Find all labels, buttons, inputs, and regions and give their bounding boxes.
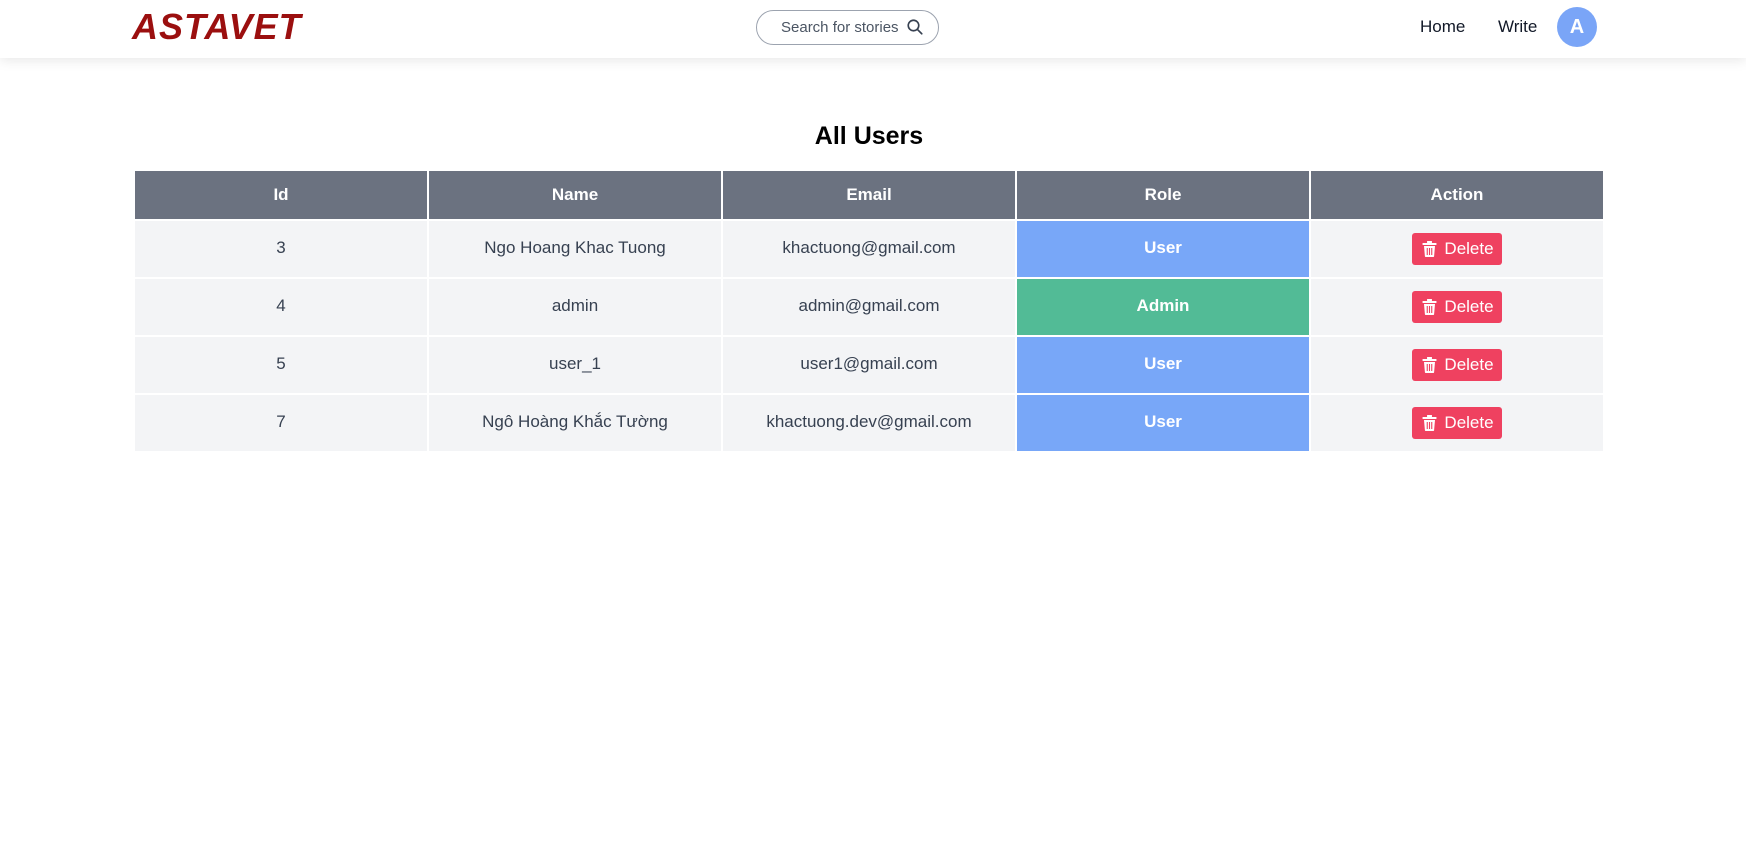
- column-header-name: Name: [427, 171, 723, 220]
- delete-user-button[interactable]: Delete: [1412, 291, 1502, 323]
- cell-id: 7: [133, 393, 429, 453]
- users-table: Id Name Email Role Action 3 Ngo Hoang Kh…: [133, 171, 1605, 453]
- table-row: 3 Ngo Hoang Khac Tuong khactuong@gmail.c…: [133, 219, 1605, 279]
- cell-role-badge: Admin: [1015, 277, 1311, 337]
- table-header-row: Id Name Email Role Action: [133, 171, 1605, 220]
- cell-email: user1@gmail.com: [721, 335, 1017, 395]
- delete-user-button[interactable]: Delete: [1412, 233, 1502, 265]
- trash-icon: [1422, 357, 1437, 373]
- nav-write-link[interactable]: Write: [1498, 17, 1537, 37]
- cell-name: Ngô Hoàng Khắc Tường: [427, 393, 723, 453]
- brand-logo[interactable]: ASTAVET: [132, 8, 302, 46]
- cell-role-badge: User: [1015, 335, 1311, 395]
- column-header-id: Id: [133, 171, 429, 220]
- cell-email: khactuong@gmail.com: [721, 219, 1017, 279]
- delete-button-label: Delete: [1444, 297, 1494, 316]
- cell-action: Delete: [1309, 335, 1605, 395]
- cell-role-badge: User: [1015, 393, 1311, 453]
- table-row: 7 Ngô Hoàng Khắc Tường khactuong.dev@gma…: [133, 393, 1605, 453]
- cell-name: admin: [427, 277, 723, 337]
- trash-icon: [1422, 299, 1437, 315]
- user-avatar[interactable]: A: [1557, 7, 1597, 47]
- delete-user-button[interactable]: Delete: [1412, 407, 1502, 439]
- search-icon[interactable]: [906, 18, 924, 36]
- cell-action: Delete: [1309, 277, 1605, 337]
- cell-email: khactuong.dev@gmail.com: [721, 393, 1017, 453]
- cell-action: Delete: [1309, 393, 1605, 453]
- cell-id: 4: [133, 277, 429, 337]
- search-input[interactable]: [781, 19, 921, 36]
- trash-icon: [1422, 241, 1437, 257]
- cell-id: 3: [133, 219, 429, 279]
- column-header-action: Action: [1309, 171, 1605, 220]
- cell-action: Delete: [1309, 219, 1605, 279]
- nav-home-link[interactable]: Home: [1420, 17, 1465, 37]
- table-row: 5 user_1 user1@gmail.com User Delete: [133, 335, 1605, 395]
- table-row: 4 admin admin@gmail.com Admin Delete: [133, 277, 1605, 337]
- column-header-email: Email: [721, 171, 1017, 220]
- page-title: All Users: [814, 122, 924, 150]
- delete-user-button[interactable]: Delete: [1412, 349, 1502, 381]
- cell-name: user_1: [427, 335, 723, 395]
- cell-role-badge: User: [1015, 219, 1311, 279]
- search-bar[interactable]: [756, 10, 939, 45]
- delete-button-label: Delete: [1444, 355, 1494, 374]
- cell-id: 5: [133, 335, 429, 395]
- cell-name: Ngo Hoang Khac Tuong: [427, 219, 723, 279]
- trash-icon: [1422, 415, 1437, 431]
- top-navbar: ASTAVET Home Write A: [0, 0, 1746, 58]
- delete-button-label: Delete: [1444, 239, 1494, 258]
- cell-email: admin@gmail.com: [721, 277, 1017, 337]
- column-header-role: Role: [1015, 171, 1311, 220]
- delete-button-label: Delete: [1444, 413, 1494, 432]
